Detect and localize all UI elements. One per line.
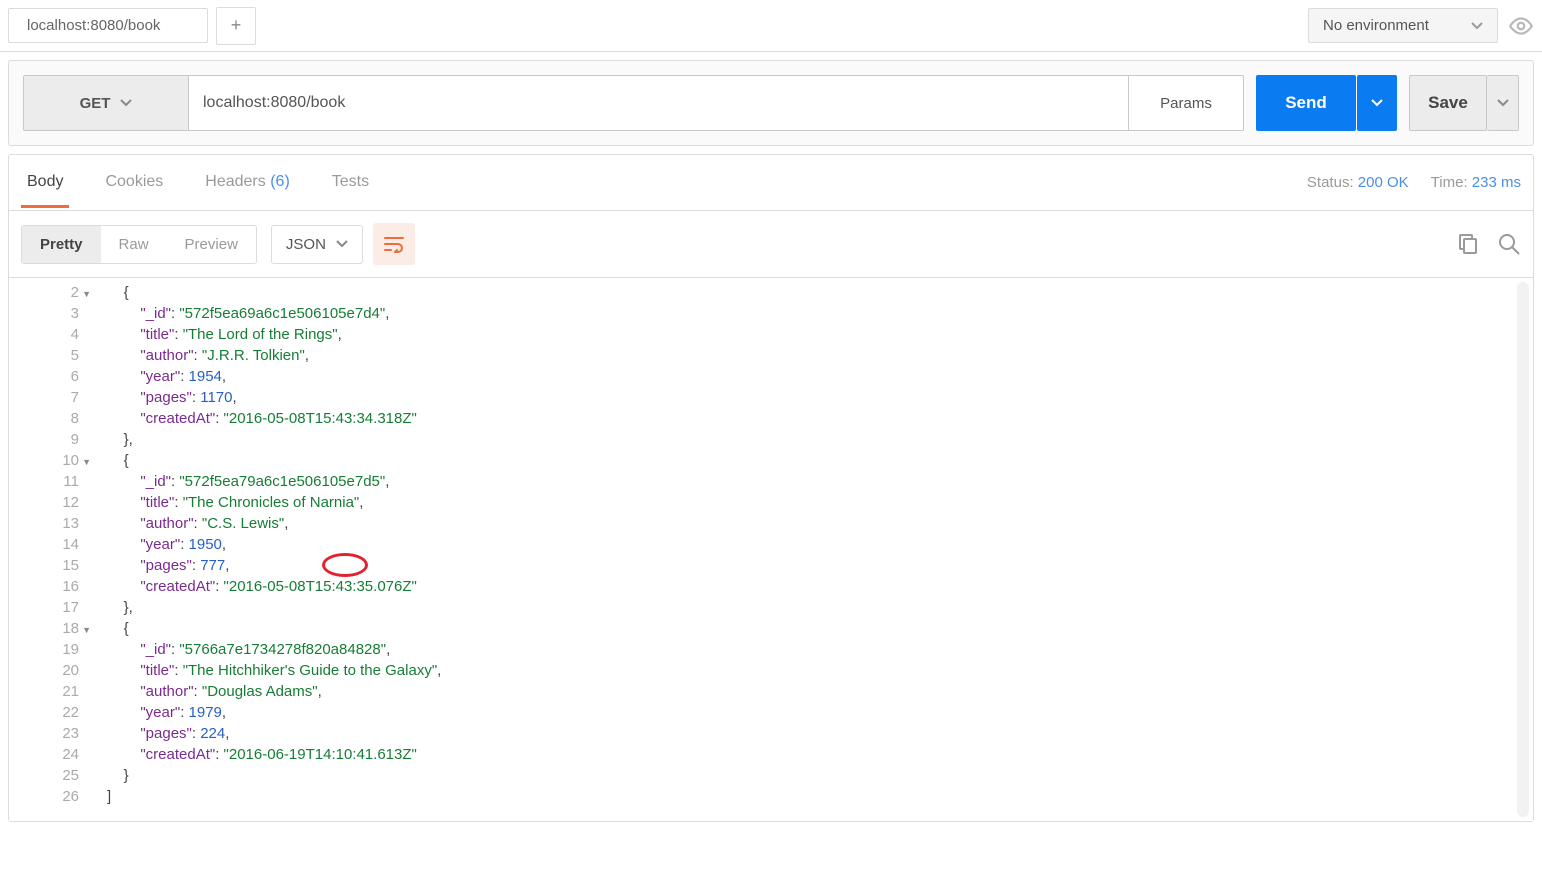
view-pretty[interactable]: Pretty bbox=[22, 226, 101, 263]
response-panel: Body Cookies Headers (6) Tests Status: 2… bbox=[8, 154, 1534, 822]
save-button[interactable]: Save bbox=[1409, 75, 1487, 131]
http-method-select[interactable]: GET bbox=[23, 75, 188, 131]
params-button[interactable]: Params bbox=[1129, 75, 1244, 131]
environment-label: No environment bbox=[1323, 17, 1429, 34]
code-lines[interactable]: { "_id": "572f5ea69a6c1e506105e7d4", "ti… bbox=[89, 278, 1533, 811]
request-tabs: localhost:8080/book + bbox=[8, 7, 256, 45]
view-mode-segment: Pretty Raw Preview bbox=[21, 225, 257, 264]
environment-select[interactable]: No environment bbox=[1308, 8, 1498, 43]
status-label: Status: bbox=[1307, 174, 1354, 191]
format-label: JSON bbox=[286, 236, 326, 253]
format-select[interactable]: JSON bbox=[271, 225, 363, 264]
time-value: 233 ms bbox=[1472, 174, 1521, 191]
tab-tests[interactable]: Tests bbox=[326, 157, 375, 208]
chevron-down-icon bbox=[1497, 97, 1509, 109]
line-gutter: 2▼345678910▼1112131415161718▼19202122232… bbox=[9, 278, 89, 811]
send-button[interactable]: Send bbox=[1256, 75, 1356, 131]
request-panel: GET Params Send Save bbox=[8, 60, 1534, 146]
chevron-down-icon bbox=[1371, 97, 1383, 109]
send-dropdown[interactable] bbox=[1357, 75, 1397, 131]
status-meta: Status: 200 OK bbox=[1307, 174, 1409, 191]
chevron-down-icon bbox=[336, 238, 348, 250]
url-input[interactable] bbox=[188, 75, 1129, 131]
tab-headers[interactable]: Headers (6) bbox=[199, 157, 296, 208]
status-value: 200 OK bbox=[1358, 174, 1409, 191]
tab-cookies[interactable]: Cookies bbox=[99, 157, 169, 208]
chevron-down-icon bbox=[1471, 20, 1483, 32]
response-tabs: Body Cookies Headers (6) Tests Status: 2… bbox=[9, 155, 1533, 211]
time-label: Time: bbox=[1431, 174, 1468, 191]
plus-icon: + bbox=[231, 15, 242, 36]
wrap-icon bbox=[383, 235, 405, 253]
top-strip: localhost:8080/book + No environment bbox=[0, 0, 1542, 52]
time-meta: Time: 233 ms bbox=[1431, 174, 1521, 191]
copy-icon[interactable] bbox=[1455, 232, 1479, 256]
tab-headers-count: (6) bbox=[270, 173, 290, 190]
tab-body[interactable]: Body bbox=[21, 157, 69, 208]
request-tab[interactable]: localhost:8080/book bbox=[8, 8, 208, 43]
search-icon[interactable] bbox=[1497, 232, 1521, 256]
new-tab-button[interactable]: + bbox=[216, 7, 256, 45]
environment-area: No environment bbox=[1308, 8, 1534, 43]
eye-icon[interactable] bbox=[1508, 13, 1534, 39]
chevron-down-icon bbox=[120, 97, 132, 109]
response-body: 2▼345678910▼1112131415161718▼19202122232… bbox=[9, 277, 1533, 821]
save-dropdown[interactable] bbox=[1487, 75, 1519, 131]
scrollbar[interactable] bbox=[1517, 282, 1529, 817]
request-bar: GET Params Send Save bbox=[23, 75, 1519, 131]
tab-headers-label: Headers bbox=[205, 173, 265, 190]
http-method-label: GET bbox=[80, 95, 111, 112]
view-raw[interactable]: Raw bbox=[101, 226, 167, 263]
wrap-lines-button[interactable] bbox=[373, 223, 415, 265]
view-preview[interactable]: Preview bbox=[167, 226, 256, 263]
response-toolbar: Pretty Raw Preview JSON bbox=[9, 211, 1533, 277]
